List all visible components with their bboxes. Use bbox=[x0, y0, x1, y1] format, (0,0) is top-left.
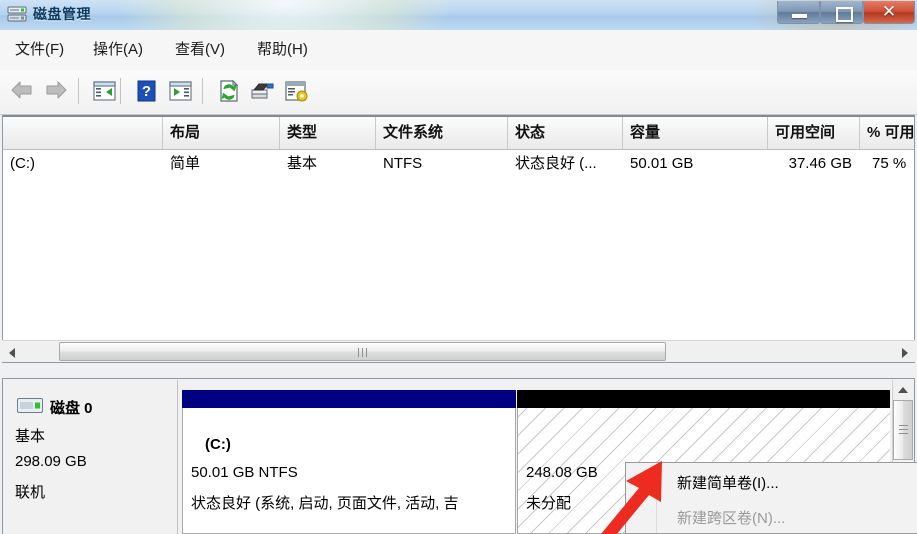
partition-c[interactable]: (C:) 50.01 GB NTFS 状态良好 (系统, 启动, 页面文件, 活… bbox=[182, 390, 516, 534]
scrollbar-grip-icon bbox=[899, 425, 908, 435]
cell-layout: 简单 bbox=[170, 155, 201, 172]
table-row[interactable]: (C:) 简单 基本 NTFS 状态良好 (... 50.01 GB 37.46… bbox=[3, 150, 914, 178]
disk-management-icon bbox=[7, 6, 27, 22]
show-hide-console-tree-button[interactable] bbox=[88, 76, 120, 106]
disk-state: 联机 bbox=[15, 484, 46, 501]
cell-type: 基本 bbox=[287, 155, 318, 172]
scroll-right-button[interactable] bbox=[894, 341, 915, 362]
minimize-icon bbox=[792, 14, 807, 18]
disk-management-window: 磁盘管理 ✕ 文件(F) 操作(A) 查看(V) 帮助(H) ? 布局 类型 文… bbox=[0, 0, 917, 534]
help-icon: ? bbox=[137, 80, 156, 102]
properties-button[interactable] bbox=[280, 76, 312, 106]
partition-unallocated-size: 248.08 GB bbox=[526, 464, 598, 481]
column-header-status[interactable]: 状态 bbox=[508, 117, 623, 149]
maximize-button[interactable] bbox=[820, 1, 863, 24]
disk-type: 基本 bbox=[15, 428, 46, 445]
scroll-left-button[interactable] bbox=[2, 341, 23, 362]
column-header-capacity[interactable]: 容量 bbox=[623, 117, 768, 149]
disk-size: 298.09 GB bbox=[15, 453, 87, 470]
partition-c-size: 50.01 GB NTFS bbox=[191, 464, 298, 481]
show-hide-action-pane-button[interactable] bbox=[164, 76, 196, 106]
column-header-layout[interactable]: 布局 bbox=[163, 117, 280, 149]
minimize-button[interactable] bbox=[777, 1, 820, 24]
back-button[interactable] bbox=[6, 76, 38, 106]
context-menu: 新建简单卷(I)... 新建跨区卷(N)... bbox=[625, 462, 917, 534]
scroll-up-button[interactable] bbox=[893, 380, 913, 400]
partition-c-status: 状态良好 (系统, 启动, 页面文件, 活动, 吉 bbox=[191, 495, 459, 512]
cell-percent-free: 75 % bbox=[872, 155, 907, 172]
svg-text:?: ? bbox=[142, 83, 151, 100]
cell-volume: (C:) bbox=[10, 155, 35, 172]
disk-info-panel[interactable]: 磁盘 0 基本 298.09 GB 联机 bbox=[4, 380, 178, 534]
close-icon: ✕ bbox=[881, 2, 897, 21]
refresh-icon bbox=[220, 79, 239, 102]
toolbar-separator-3 bbox=[202, 78, 203, 104]
forward-arrow-icon bbox=[46, 81, 67, 99]
horizontal-scrollbar-thumb[interactable] bbox=[59, 342, 666, 361]
rescan-disks-icon bbox=[251, 83, 274, 99]
window-title: 磁盘管理 bbox=[33, 6, 91, 22]
toolbar-separator-2 bbox=[120, 78, 121, 104]
cell-free-space: 37.46 GB bbox=[788, 155, 852, 172]
menu-bar: 文件(F) 操作(A) 查看(V) 帮助(H) bbox=[0, 30, 917, 71]
hard-disk-icon bbox=[17, 398, 43, 413]
scrollbar-grip-icon bbox=[357, 348, 368, 357]
partition-unallocated-color-band bbox=[517, 390, 890, 408]
title-bar-highlight bbox=[120, 0, 450, 30]
partition-c-label: (C:) bbox=[205, 436, 231, 453]
column-header-percent-free[interactable]: % 可用 bbox=[860, 117, 914, 149]
rescan-disks-button[interactable] bbox=[246, 76, 278, 106]
context-menu-item-new-simple-volume[interactable]: 新建简单卷(I)... bbox=[657, 468, 917, 500]
properties-icon bbox=[285, 81, 308, 102]
cell-status: 状态良好 (... bbox=[515, 155, 597, 172]
menu-help[interactable]: 帮助(H) bbox=[252, 38, 313, 62]
menu-view[interactable]: 查看(V) bbox=[170, 38, 230, 62]
column-header-filesystem[interactable]: 文件系统 bbox=[376, 117, 508, 149]
show-hide-action-pane-icon bbox=[169, 81, 192, 101]
volume-list-header: 布局 类型 文件系统 状态 容量 可用空间 % 可用 bbox=[3, 117, 914, 150]
column-header-volume[interactable] bbox=[3, 117, 163, 149]
toolbar-separator-1 bbox=[78, 78, 79, 104]
refresh-button[interactable] bbox=[212, 76, 244, 106]
menu-action[interactable]: 操作(A) bbox=[88, 38, 148, 62]
column-header-type[interactable]: 类型 bbox=[280, 117, 376, 149]
vertical-scrollbar-thumb[interactable] bbox=[893, 400, 913, 460]
forward-button[interactable] bbox=[40, 76, 72, 106]
context-menu-icon-gutter bbox=[626, 463, 657, 533]
help-button[interactable]: ? bbox=[130, 76, 162, 106]
partition-c-body: (C:) 50.01 GB NTFS 状态良好 (系统, 启动, 页面文件, 活… bbox=[182, 408, 516, 534]
horizontal-scrollbar[interactable] bbox=[2, 340, 915, 362]
disk-name: 磁盘 0 bbox=[50, 400, 93, 417]
close-button[interactable]: ✕ bbox=[863, 1, 915, 24]
cell-filesystem: NTFS bbox=[383, 155, 423, 172]
toolbar: ? bbox=[0, 70, 917, 115]
back-arrow-icon bbox=[11, 81, 32, 99]
chevron-right-icon bbox=[902, 348, 908, 358]
context-menu-item-new-spanned-volume: 新建跨区卷(N)... bbox=[677, 510, 786, 527]
cell-capacity: 50.01 GB bbox=[630, 155, 694, 172]
chevron-up-icon bbox=[898, 387, 908, 393]
partition-c-color-band bbox=[182, 390, 516, 408]
column-header-free-space[interactable]: 可用空间 bbox=[768, 117, 860, 149]
title-bar: 磁盘管理 ✕ bbox=[0, 0, 917, 30]
partition-unallocated-status: 未分配 bbox=[526, 495, 572, 512]
menu-file[interactable]: 文件(F) bbox=[10, 38, 69, 62]
chevron-left-icon bbox=[9, 348, 15, 358]
volume-list-pane: 布局 类型 文件系统 状态 容量 可用空间 % 可用 (C:) 简单 基本 NT… bbox=[2, 115, 915, 363]
show-hide-console-tree-icon bbox=[93, 81, 116, 101]
maximize-icon bbox=[836, 7, 853, 22]
